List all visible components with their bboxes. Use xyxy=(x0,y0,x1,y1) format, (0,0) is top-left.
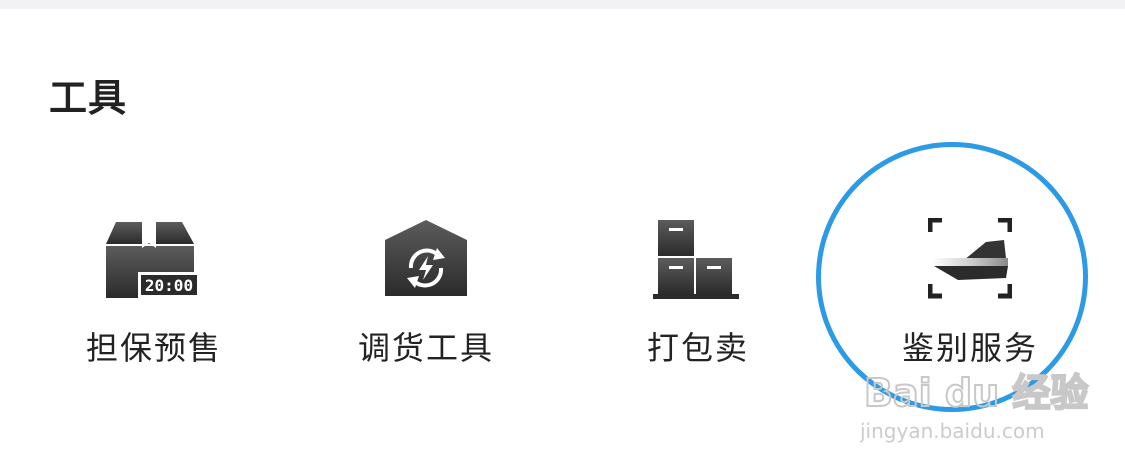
stacked-boxes-icon xyxy=(578,218,818,308)
presale-clock-text: 20:00 xyxy=(145,276,193,295)
sneaker-scan-icon xyxy=(850,218,1090,308)
tool-item-authentication-service[interactable]: 鉴别服务 xyxy=(850,200,1090,390)
tool-item-transfer-tool[interactable]: 调货工具 xyxy=(306,200,546,390)
tool-label: 担保预售 xyxy=(85,329,222,367)
tool-item-bundle-sale[interactable]: 打包卖 xyxy=(578,200,818,390)
top-divider-strip xyxy=(0,0,1125,9)
tool-label: 打包卖 xyxy=(646,329,749,367)
tool-label: 鉴别服务 xyxy=(901,329,1038,367)
section-title: 工具 xyxy=(49,76,128,120)
tool-label: 调货工具 xyxy=(357,329,494,367)
tool-item-guarantee-presale[interactable]: 20:00 担保预售 xyxy=(34,200,274,390)
watermark-url-text: jingyan.baidu.com xyxy=(860,419,1045,443)
warehouse-transfer-icon xyxy=(306,218,546,308)
presale-box-clock-icon: 20:00 xyxy=(34,218,274,308)
